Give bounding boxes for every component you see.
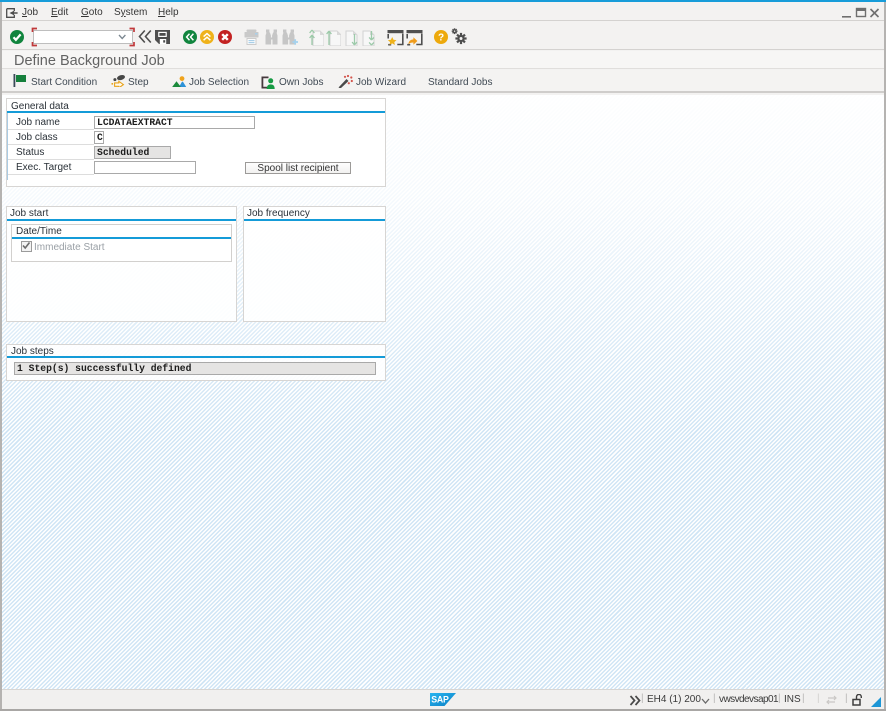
svg-text:?: ?	[438, 33, 444, 44]
svg-text:SAP: SAP	[431, 695, 449, 705]
